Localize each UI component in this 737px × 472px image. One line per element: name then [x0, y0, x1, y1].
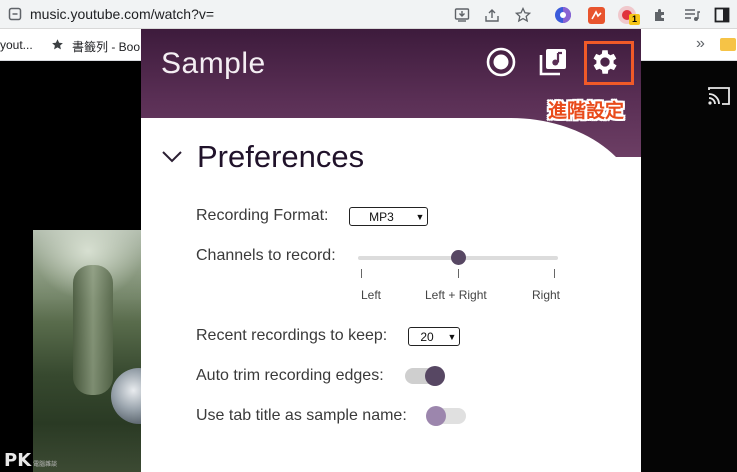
tick-label-left: Left: [361, 288, 382, 302]
channels-label: Channels to record:: [196, 247, 336, 264]
record-button[interactable]: [485, 46, 517, 78]
bookmarks-overflow-button[interactable]: »: [696, 35, 705, 53]
auto-trim-toggle[interactable]: [405, 366, 445, 386]
bookmark-star-filled-icon: [52, 39, 63, 50]
slider-tick: [554, 269, 555, 278]
recording-format-select[interactable]: MP3 ▼: [349, 207, 428, 226]
recording-format-label: Recording Format:: [196, 207, 329, 224]
address-bar[interactable]: music.youtube.com/watch?v=: [30, 6, 214, 22]
library-button[interactable]: [537, 46, 569, 78]
tick-label-right: Right: [532, 288, 561, 302]
auto-trim-label: Auto trim recording edges:: [196, 367, 384, 384]
install-app-icon[interactable]: [452, 5, 472, 25]
music-library-icon: [539, 49, 566, 76]
bookmark-star-icon[interactable]: [513, 5, 533, 25]
channels-slider-thumb[interactable]: [451, 250, 466, 265]
chevron-down-icon: ▼: [415, 211, 425, 222]
extension-globe-icon[interactable]: [553, 5, 573, 25]
watermark-logo: PK 電腦雜談: [4, 450, 58, 471]
record-icon: [486, 47, 516, 77]
tab-title-toggle[interactable]: [426, 406, 466, 426]
chevron-down-icon[interactable]: [161, 149, 183, 165]
folder-icon[interactable]: [720, 38, 736, 51]
media-queue-icon[interactable]: [682, 5, 702, 25]
recent-recordings-select[interactable]: 20 ▼: [408, 327, 460, 346]
cast-icon[interactable]: [707, 86, 731, 106]
tick-label-both: Left + Right: [425, 288, 487, 302]
browser-toolbar: music.youtube.com/watch?v= 1: [0, 0, 737, 29]
slider-tick: [361, 269, 362, 278]
chevron-down-icon: ▼: [447, 331, 457, 342]
settings-highlight-box: [584, 41, 634, 85]
extensions-puzzle-icon[interactable]: [650, 5, 670, 25]
recent-recordings-label: Recent recordings to keep:: [196, 327, 388, 344]
tab-title-label: Use tab title as sample name:: [196, 407, 407, 424]
video-thumbnail[interactable]: [33, 230, 143, 472]
extension-pdf-icon[interactable]: [586, 5, 606, 25]
side-panel-icon[interactable]: [712, 5, 732, 25]
bookmark-item[interactable]: yout...: [0, 38, 33, 52]
slider-tick: [458, 269, 459, 278]
page-info-icon[interactable]: [8, 7, 22, 21]
toggle-knob: [426, 406, 446, 426]
share-icon[interactable]: [482, 5, 502, 25]
bookmark-folder-label[interactable]: 書籤列 - Boo: [72, 38, 140, 55]
app-title: Sample: [161, 47, 266, 80]
preferences-heading: Preferences: [197, 139, 365, 174]
toggle-knob: [425, 366, 445, 386]
settings-annotation: 進階設定: [548, 100, 625, 122]
extension-badge: 1: [629, 14, 640, 25]
